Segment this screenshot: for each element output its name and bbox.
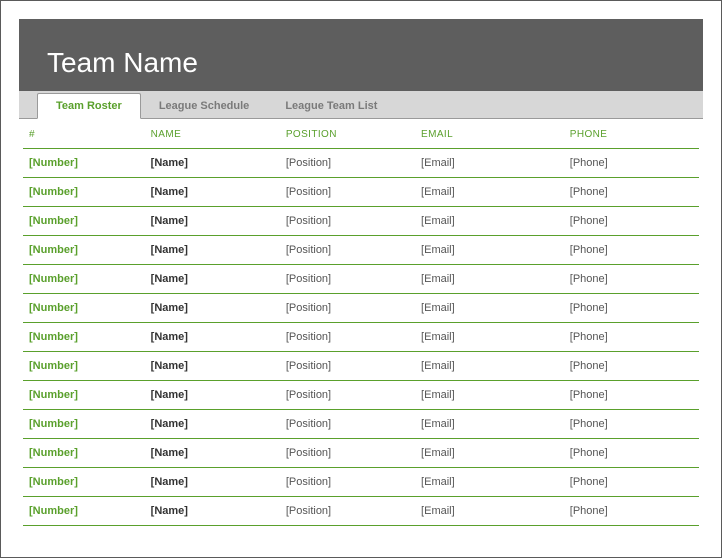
cell-number: [Number] [23,323,145,352]
cell-email: [Email] [415,294,564,323]
cell-number: [Number] [23,265,145,294]
tab-league-team-list[interactable]: League Team List [267,94,395,118]
cell-position: [Position] [280,468,415,497]
cell-position: [Position] [280,410,415,439]
page-title: Team Name [47,47,703,79]
cell-position: [Position] [280,294,415,323]
cell-name: [Name] [145,352,280,381]
cell-email: [Email] [415,468,564,497]
cell-name: [Name] [145,410,280,439]
cell-number: [Number] [23,207,145,236]
cell-number: [Number] [23,497,145,526]
cell-position: [Position] [280,207,415,236]
tab-bar: Team Roster League Schedule League Team … [19,91,703,119]
table-row: [Number][Name][Position][Email][Phone] [23,236,699,265]
col-header-phone: PHONE [564,119,699,149]
cell-position: [Position] [280,439,415,468]
col-header-position: POSITION [280,119,415,149]
cell-number: [Number] [23,381,145,410]
cell-name: [Name] [145,497,280,526]
table-row: [Number][Name][Position][Email][Phone] [23,410,699,439]
cell-phone: [Phone] [564,352,699,381]
cell-phone: [Phone] [564,236,699,265]
table-row: [Number][Name][Position][Email][Phone] [23,381,699,410]
table-row: [Number][Name][Position][Email][Phone] [23,497,699,526]
table-row: [Number][Name][Position][Email][Phone] [23,468,699,497]
table-row: [Number][Name][Position][Email][Phone] [23,207,699,236]
tab-team-roster[interactable]: Team Roster [37,93,141,119]
col-header-number: # [23,119,145,149]
cell-number: [Number] [23,468,145,497]
cell-position: [Position] [280,497,415,526]
table-row: [Number][Name][Position][Email][Phone] [23,294,699,323]
cell-name: [Name] [145,178,280,207]
cell-email: [Email] [415,265,564,294]
roster-table: # NAME POSITION EMAIL PHONE [Number][Nam… [23,119,699,526]
table-row: [Number][Name][Position][Email][Phone] [23,178,699,207]
cell-name: [Name] [145,439,280,468]
roster-table-wrap: # NAME POSITION EMAIL PHONE [Number][Nam… [19,119,703,526]
cell-position: [Position] [280,265,415,294]
cell-email: [Email] [415,381,564,410]
tab-league-schedule[interactable]: League Schedule [141,94,267,118]
cell-position: [Position] [280,236,415,265]
cell-phone: [Phone] [564,323,699,352]
col-header-name: NAME [145,119,280,149]
cell-email: [Email] [415,178,564,207]
cell-name: [Name] [145,323,280,352]
cell-email: [Email] [415,323,564,352]
cell-position: [Position] [280,149,415,178]
cell-position: [Position] [280,178,415,207]
cell-phone: [Phone] [564,468,699,497]
cell-phone: [Phone] [564,497,699,526]
cell-phone: [Phone] [564,265,699,294]
table-row: [Number][Name][Position][Email][Phone] [23,352,699,381]
cell-name: [Name] [145,468,280,497]
table-row: [Number][Name][Position][Email][Phone] [23,265,699,294]
cell-number: [Number] [23,439,145,468]
cell-phone: [Phone] [564,410,699,439]
cell-position: [Position] [280,323,415,352]
table-row: [Number][Name][Position][Email][Phone] [23,439,699,468]
cell-number: [Number] [23,294,145,323]
cell-email: [Email] [415,497,564,526]
cell-number: [Number] [23,352,145,381]
cell-name: [Name] [145,207,280,236]
cell-name: [Name] [145,265,280,294]
table-row: [Number][Name][Position][Email][Phone] [23,149,699,178]
cell-number: [Number] [23,178,145,207]
col-header-email: EMAIL [415,119,564,149]
cell-position: [Position] [280,352,415,381]
cell-number: [Number] [23,236,145,265]
cell-email: [Email] [415,410,564,439]
cell-number: [Number] [23,149,145,178]
cell-phone: [Phone] [564,207,699,236]
cell-email: [Email] [415,236,564,265]
cell-name: [Name] [145,381,280,410]
cell-name: [Name] [145,294,280,323]
cell-email: [Email] [415,207,564,236]
cell-number: [Number] [23,410,145,439]
page: Team Name Team Roster League Schedule Le… [0,0,722,558]
cell-name: [Name] [145,236,280,265]
cell-phone: [Phone] [564,381,699,410]
cell-phone: [Phone] [564,178,699,207]
header-band: Team Name [19,19,703,91]
cell-phone: [Phone] [564,149,699,178]
cell-email: [Email] [415,352,564,381]
cell-name: [Name] [145,149,280,178]
cell-position: [Position] [280,381,415,410]
table-row: [Number][Name][Position][Email][Phone] [23,323,699,352]
cell-phone: [Phone] [564,294,699,323]
cell-phone: [Phone] [564,439,699,468]
cell-email: [Email] [415,149,564,178]
cell-email: [Email] [415,439,564,468]
table-header-row: # NAME POSITION EMAIL PHONE [23,119,699,149]
